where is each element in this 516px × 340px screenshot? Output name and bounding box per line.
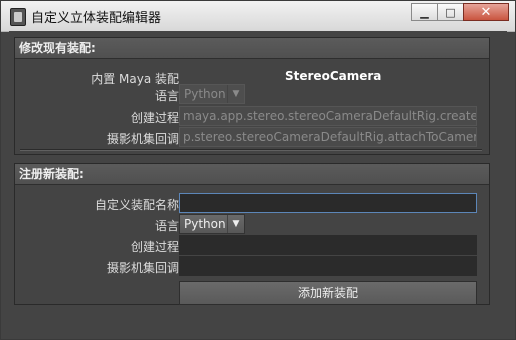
app-icon bbox=[10, 8, 26, 26]
custom-name-row: 自定义装配名称 bbox=[15, 193, 489, 213]
modify-rig-panel: 修改现有装配: 内置 Maya 装配 StereoCamera 语言 Pytho… bbox=[14, 37, 490, 155]
modify-create-proc-field[interactable]: maya.app.stereo.stereoCameraDefaultRig.c… bbox=[179, 106, 477, 126]
editor-content: 修改现有装配: 内置 Maya 装配 StereoCamera 语言 Pytho… bbox=[9, 31, 507, 333]
register-panel-header[interactable]: 注册新装配: bbox=[15, 164, 489, 185]
custom-name-input[interactable] bbox=[179, 193, 477, 213]
register-language-row: 语言 Python ▼ bbox=[15, 214, 489, 234]
register-language-value: Python bbox=[184, 217, 226, 231]
modify-language-select[interactable]: Python ▼ bbox=[179, 84, 245, 104]
rig-editor-window: 自定义立体装配编辑器 ▁ □ ✕ 修改现有装配: 内置 Maya 装配 Ster… bbox=[0, 0, 516, 340]
modify-create-proc-label: 创建过程 bbox=[130, 111, 179, 125]
modify-panel-header[interactable]: 修改现有装配: bbox=[15, 38, 489, 59]
modify-language-value: Python bbox=[184, 87, 226, 101]
modify-camera-callback-label: 摄影机集回调 bbox=[106, 132, 179, 146]
maximize-button[interactable]: □ bbox=[437, 3, 464, 21]
modify-language-row: 语言 Python ▼ bbox=[15, 84, 489, 104]
register-rig-panel: 注册新装配: 自定义装配名称 语言 Python ▼ 创建过程 摄影机集回调 添… bbox=[14, 163, 490, 305]
minimize-button[interactable]: ▁ bbox=[411, 3, 438, 21]
section-divider bbox=[20, 149, 482, 151]
register-language-select[interactable]: Python ▼ bbox=[179, 214, 245, 234]
register-create-proc-input[interactable] bbox=[179, 235, 477, 255]
close-button[interactable]: ✕ bbox=[463, 3, 509, 21]
builtin-rig-value: StereoCamera bbox=[285, 69, 382, 83]
register-camera-callback-row: 摄影机集回调 bbox=[15, 256, 489, 276]
chevron-down-icon: ▼ bbox=[227, 215, 244, 233]
register-create-proc-row: 创建过程 bbox=[15, 235, 489, 255]
title-bar[interactable]: 自定义立体装配编辑器 ▁ □ ✕ bbox=[1, 1, 515, 32]
register-language-label: 语言 bbox=[154, 219, 179, 233]
modify-create-proc-row: 创建过程 maya.app.stereo.stereoCameraDefault… bbox=[15, 106, 489, 126]
chevron-down-icon: ▼ bbox=[227, 85, 244, 103]
modify-camera-callback-field[interactable]: p.stereo.stereoCameraDefaultRig.attachTo… bbox=[179, 127, 477, 147]
window-controls: ▁ □ ✕ bbox=[411, 3, 509, 23]
close-icon: ✕ bbox=[480, 4, 492, 20]
register-camera-callback-label: 摄影机集回调 bbox=[106, 261, 179, 275]
window-title: 自定义立体装配编辑器 bbox=[31, 11, 162, 26]
custom-name-label: 自定义装配名称 bbox=[94, 198, 179, 212]
register-create-proc-label: 创建过程 bbox=[130, 240, 179, 254]
modify-language-label: 语言 bbox=[154, 89, 179, 103]
modify-camera-callback-row: 摄影机集回调 p.stereo.stereoCameraDefaultRig.a… bbox=[15, 127, 489, 147]
add-new-rig-button[interactable]: 添加新装配 bbox=[179, 281, 477, 305]
register-camera-callback-input[interactable] bbox=[179, 256, 477, 276]
maximize-icon: □ bbox=[445, 5, 456, 19]
minimize-icon: ▁ bbox=[420, 5, 429, 19]
